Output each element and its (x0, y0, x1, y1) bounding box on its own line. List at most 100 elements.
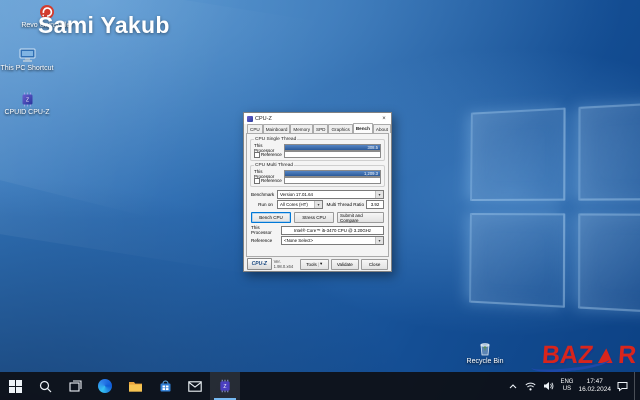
windows-logo-pane (470, 108, 566, 201)
language-region: US (560, 386, 573, 393)
tab-cpu[interactable]: CPU (247, 124, 263, 133)
divider: | (318, 262, 319, 267)
benchmark-label: Benchmark (251, 192, 275, 197)
edge-icon (98, 379, 112, 393)
notification-center-button[interactable] (616, 380, 629, 393)
validate-button[interactable]: Validate (331, 259, 360, 270)
single-thread-group: CPU Single Thread This Processor 308.5 R… (250, 139, 385, 161)
button-label: Validate (337, 262, 353, 267)
version-text: Ver. 1.98.0.x64 (274, 259, 298, 269)
mail-icon (188, 381, 202, 392)
taskbar-mail-button[interactable] (180, 372, 210, 400)
run-on-value: All Cores (HT) (278, 202, 314, 207)
run-on-label: Run on (251, 202, 275, 207)
multi-thread-ratio-value: 3.92 (366, 200, 384, 209)
score-bar-fill: 308.5 (285, 145, 380, 150)
taskbar-store-button[interactable] (150, 372, 180, 400)
chevron-down-icon: ▾ (375, 237, 383, 244)
window-title: CPU-Z (255, 116, 375, 122)
taskbar: Z ENG US 17:47 16.02.2024 (0, 372, 640, 400)
search-icon (39, 380, 52, 393)
chevron-up-icon (509, 384, 517, 389)
tray-volume-button[interactable] (542, 380, 555, 393)
start-button[interactable] (0, 372, 30, 400)
group-title: CPU Multi Thread (254, 163, 294, 168)
close-icon: × (382, 116, 386, 122)
this-processor-field-label: This Processor (251, 225, 279, 235)
taskbar-cpuz-button[interactable]: Z (210, 372, 240, 400)
tab-label: Bench (356, 126, 370, 131)
group-title: CPU Single Thread (254, 137, 297, 142)
language-indicator[interactable]: ENG US (560, 379, 573, 393)
reference-dropdown[interactable]: <None Select> ▾ (281, 236, 384, 245)
taskbar-file-explorer-button[interactable] (120, 372, 150, 400)
taskbar-edge-button[interactable] (90, 372, 120, 400)
tools-button[interactable]: Tools | ▾ (300, 259, 329, 270)
windows-logo-pane (578, 213, 640, 314)
window-footer: CPU-Z Ver. 1.98.0.x64 Tools | ▾ Validate… (244, 257, 391, 271)
run-on-dropdown[interactable]: All Cores (HT) ▾ (277, 200, 323, 209)
tab-bench[interactable]: Bench (353, 123, 373, 133)
task-view-icon (69, 380, 82, 393)
task-view-button[interactable] (60, 372, 90, 400)
desktop-icon-this-pc[interactable]: This PC Shortcut (0, 46, 54, 73)
tab-memory[interactable]: Memory (290, 124, 313, 133)
close-window-button[interactable]: Close (361, 259, 388, 270)
windows-logo-pane (578, 101, 640, 201)
search-button[interactable] (30, 372, 60, 400)
taskbar-clock[interactable]: 17:47 16.02.2024 (578, 378, 611, 394)
clock-time: 17:47 (578, 378, 611, 386)
tab-strip: CPU Mainboard Memory SPD Graphics Bench … (244, 124, 391, 133)
desktop-icon-recycle-bin[interactable]: Recycle Bin (458, 339, 512, 366)
tab-spd[interactable]: SPD (313, 124, 328, 133)
multi-thread-ratio-label: Multi Thread Ratio (325, 202, 364, 207)
file-explorer-icon (128, 380, 143, 393)
bazar-text-right: R (617, 341, 637, 369)
watermark-username: Sami Yakub (38, 12, 170, 39)
tray-expand-button[interactable] (506, 380, 519, 393)
stress-cpu-button[interactable]: Stress CPU (294, 212, 334, 223)
reference-label: Reference (261, 152, 282, 157)
close-button[interactable]: × (377, 113, 391, 124)
tab-about[interactable]: About (373, 124, 391, 133)
tab-label: SPD (316, 127, 325, 132)
bench-cpu-button[interactable]: Bench CPU (251, 212, 291, 223)
multi-thread-score-bar: 1,209.3 (284, 170, 381, 177)
store-icon (159, 380, 172, 393)
desktop-icon-label: This PC Shortcut (1, 65, 54, 73)
this-pc-icon (17, 46, 37, 64)
reference-value: <None Select> (282, 238, 375, 243)
recycle-bin-icon (475, 339, 495, 357)
svg-text:Z: Z (223, 384, 226, 390)
cpuz-app-icon: Z (17, 90, 37, 108)
network-icon (525, 382, 536, 391)
benchmark-version-value: Version 17.01.64 (278, 192, 375, 197)
reference-checkbox[interactable] (254, 178, 260, 184)
single-thread-reference-bar (284, 151, 381, 158)
reference-checkbox[interactable] (254, 152, 260, 158)
tab-label: About (376, 127, 388, 132)
cpuz-window-icon (247, 116, 253, 122)
benchmark-version-dropdown[interactable]: Version 17.01.64 ▾ (277, 190, 384, 199)
button-label: Submit and Compare (340, 213, 381, 223)
button-label: Bench CPU (259, 215, 283, 220)
show-desktop-button[interactable] (634, 372, 639, 400)
clock-date: 16.02.2024 (578, 386, 611, 394)
tab-graphics[interactable]: Graphics (328, 124, 352, 133)
reference-field-label: Reference (251, 238, 279, 243)
desktop-icon-cpuz[interactable]: Z CPUID CPU-Z (0, 90, 54, 117)
submit-and-compare-button[interactable]: Submit and Compare (337, 212, 384, 223)
cpuz-taskbar-icon: Z (218, 379, 232, 393)
windows-start-icon (9, 380, 22, 393)
tab-label: Memory (293, 127, 310, 132)
button-label: Tools (306, 262, 317, 267)
notification-icon (617, 381, 628, 392)
tab-label: CPU (250, 127, 260, 132)
language-code: ENG (560, 379, 573, 386)
desktop-icon-label: Recycle Bin (467, 358, 504, 366)
tab-mainboard[interactable]: Mainboard (263, 124, 291, 133)
bench-tab-panel: CPU Single Thread This Processor 308.5 R… (246, 133, 389, 257)
windows-logo-pane (469, 213, 565, 308)
tray-network-button[interactable] (524, 380, 537, 393)
button-label: Close (369, 262, 381, 267)
